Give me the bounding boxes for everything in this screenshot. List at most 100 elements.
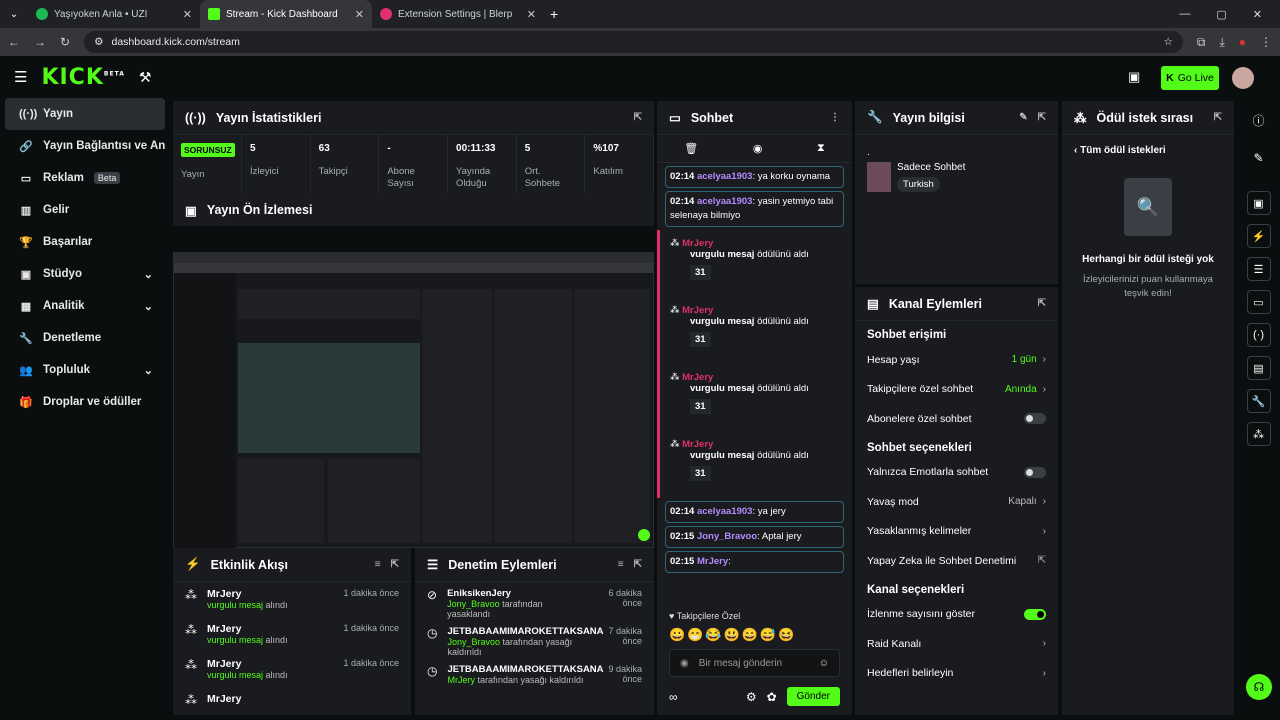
back-icon[interactable]: ←	[8, 35, 20, 49]
sidebar-item[interactable]: ▣ Stüdyo ⌄	[5, 258, 165, 290]
setting-row[interactable]: Hesap yaşı 1 gün ›	[855, 345, 1058, 375]
filter-icon[interactable]: ≡	[375, 559, 381, 570]
stats-panel-icon[interactable]: ▣	[1246, 191, 1271, 215]
list-item[interactable]: ⁂ MrJery vurgulu mesaj alındı 1 dakika önce	[173, 652, 411, 687]
more-icon[interactable]: ⋮	[830, 112, 840, 123]
browser-tab-active[interactable]: Stream - Kick Dashboard ✕	[200, 0, 372, 28]
setting-row[interactable]: Yavaş mod Kapalı ›	[855, 487, 1058, 517]
chat-username[interactable]: acelyaa1903	[697, 506, 752, 517]
emoji-icon[interactable]: ☺	[819, 658, 829, 669]
list-item[interactable]: ⊘ EniksikenJery Jony_Bravoo tarafından yas…	[415, 582, 654, 620]
reward-message[interactable]: ⁂ MrJery vurgulu mesaj ödülünü aldı 31	[657, 364, 852, 431]
external-link-icon[interactable]: ⇱	[1038, 555, 1046, 566]
maximize-icon[interactable]: ▢	[1216, 8, 1226, 21]
popout-icon[interactable]: ⇱	[1038, 112, 1046, 123]
sidebar-item[interactable]: 🏆 Başarılar	[5, 226, 165, 258]
chat-message[interactable]: 02:14 acelyaa1903: ya jery	[665, 501, 844, 523]
extensions-icon[interactable]: ⧉	[1197, 35, 1206, 50]
info-icon[interactable]: ⓘ	[1237, 112, 1280, 129]
toggle-switch[interactable]	[1024, 608, 1046, 620]
setting-row[interactable]: Takipçilere özel sohbet Anında ›	[855, 375, 1058, 405]
sidebar-item[interactable]: ((·)) Yayın	[5, 98, 165, 130]
trash-icon[interactable]: 🗑	[684, 142, 698, 155]
moderation-panel-icon[interactable]: ☰	[1246, 257, 1271, 281]
popout-icon[interactable]: ⇱	[391, 559, 399, 570]
toggle-switch[interactable]	[1024, 466, 1046, 478]
sidebar-item[interactable]: 👥 Topluluk ⌄	[5, 354, 165, 386]
chat-username[interactable]: acelyaa1903	[697, 171, 752, 182]
chat-message[interactable]: 02:14 acelyaa1903: ya korku oynama	[665, 166, 844, 188]
chat-username[interactable]: Jony_Bravoo	[697, 531, 757, 542]
menu-icon[interactable]: ⋮	[1260, 35, 1272, 49]
forward-icon[interactable]: →	[34, 35, 46, 49]
chat-input[interactable]: ◉ Bir mesaj gönderin ☺	[669, 649, 840, 677]
site-info-icon[interactable]: ⚙	[94, 36, 103, 48]
go-live-button[interactable]: K Go Live	[1161, 66, 1219, 90]
url-field[interactable]: ⚙ dashboard.kick.com/stream ☆	[84, 31, 1183, 53]
bookmark-star-icon[interactable]: ☆	[1163, 36, 1172, 48]
hourglass-icon[interactable]: ⧗	[817, 142, 825, 155]
sidebar-item[interactable]: 🔗 Yayın Bağlantısı ve Anahtarı	[5, 130, 165, 162]
sidebar-item[interactable]: 🔧 Denetleme	[5, 322, 165, 354]
chat-username[interactable]: MrJery	[697, 556, 728, 567]
back-link[interactable]: ‹ Tüm ödül istekleri	[1062, 135, 1234, 166]
setting-row[interactable]: Abonelere özel sohbet	[855, 404, 1058, 434]
actions-panel-icon[interactable]: ▤	[1246, 356, 1271, 380]
avatar[interactable]	[1232, 67, 1254, 89]
download-icon[interactable]: ⤓	[1219, 35, 1224, 50]
browser-tab[interactable]: Extension Settings | Blerp ✕	[372, 0, 544, 28]
emote-bar[interactable]: 😀😁😂😃😄😅😆	[669, 627, 840, 643]
close-icon[interactable]: ✕	[355, 8, 364, 21]
list-item[interactable]: ⁂ MrJery vurgulu mesaj alındı 1 dakika önce	[173, 582, 411, 617]
browser-tab[interactable]: Yaşıyoken Anla • UZI ✕	[28, 0, 200, 28]
popout-icon[interactable]: ⇱	[1214, 112, 1222, 123]
camera-icon[interactable]: ▣	[1128, 69, 1140, 85]
settings-icon[interactable]: ⚙	[746, 690, 757, 704]
stream-preview[interactable]	[173, 226, 654, 548]
sidebar-item[interactable]: ▭ Reklam Beta	[5, 162, 165, 194]
tools-icon[interactable]: ⚒	[139, 69, 152, 86]
reward-panel-icon[interactable]: ⁂	[1246, 422, 1271, 446]
setting-row[interactable]: Yasaklanmış kelimeler ›	[855, 517, 1058, 547]
close-window-icon[interactable]: ✕	[1253, 8, 1262, 21]
reward-message[interactable]: ⁂ MrJery vurgulu mesaj ödülünü aldı 31	[657, 297, 852, 364]
sidebar-item[interactable]: ▥ Gelir	[5, 194, 165, 226]
edit-icon[interactable]: ✎	[1019, 112, 1027, 123]
tab-search-icon[interactable]: ⌄	[0, 9, 28, 20]
list-item[interactable]: ◷ JETBABAAMIMAROKETTAKSANA MrJery tarafınd…	[415, 658, 654, 696]
wrench-panel-icon[interactable]: 🔧	[1246, 389, 1271, 413]
popout-icon[interactable]: ⇱	[1038, 298, 1046, 309]
list-item[interactable]: ◷ JETBABAAMIMAROKETTAKSANA Jony_Bravoo tar…	[415, 620, 654, 658]
reward-message[interactable]: ⁂ MrJery vurgulu mesaj ödülünü aldı 31	[657, 431, 852, 498]
chat-message[interactable]: 02:14 acelyaa1903: yasin yetmiyo tabi se…	[665, 191, 844, 227]
chat-message[interactable]: 02:15 Jony_Bravoo: Aptal jery	[665, 526, 844, 548]
minimize-icon[interactable]: —	[1179, 8, 1190, 21]
chat-username[interactable]: acelyaa1903	[697, 196, 752, 207]
setting-row[interactable]: İzlenme sayısını göster	[855, 600, 1058, 630]
close-icon[interactable]: ✕	[527, 8, 536, 21]
kick-logo[interactable]: KICKBETA	[41, 65, 124, 90]
setting-row[interactable]: Hedefleri belirleyin ›	[855, 659, 1058, 689]
hamburger-icon[interactable]: ☰	[14, 68, 27, 86]
setting-row[interactable]: Raid Kanalı ›	[855, 629, 1058, 659]
toggle-switch[interactable]	[1024, 413, 1046, 425]
badge-icon[interactable]: ✿	[767, 690, 777, 704]
setting-row[interactable]: Yapay Zeka ile Sohbet Denetimi ⇱	[855, 546, 1058, 576]
new-tab-icon[interactable]: +	[550, 6, 558, 22]
broadcast-panel-icon[interactable]: (·)	[1246, 323, 1271, 347]
list-item[interactable]: ⁂ MrJery	[173, 687, 411, 715]
reward-message[interactable]: ⁂ MrJery vurgulu mesaj ödülünü aldı 31	[657, 230, 852, 297]
support-icon[interactable]: ☊	[1246, 674, 1272, 700]
preview-video[interactable]	[173, 252, 654, 548]
bubble-icon[interactable]: ◉	[753, 142, 763, 155]
setting-row[interactable]: Yalnızca Emotlarla sohbet	[855, 458, 1058, 488]
profile-icon[interactable]: ●	[1239, 35, 1246, 49]
sidebar-item[interactable]: ▦ Analitik ⌄	[5, 290, 165, 322]
popout-icon[interactable]: ⇱	[634, 559, 642, 570]
activity-panel-icon[interactable]: ⚡	[1246, 224, 1271, 248]
list-item[interactable]: ⁂ MrJery vurgulu mesaj alındı 1 dakika önce	[173, 617, 411, 652]
popout-icon[interactable]: ⇱	[634, 112, 642, 123]
sidebar-item[interactable]: 🎁 Droplar ve ödüller	[5, 386, 165, 418]
reload-icon[interactable]: ↻	[60, 35, 70, 49]
close-icon[interactable]: ✕	[183, 8, 192, 21]
